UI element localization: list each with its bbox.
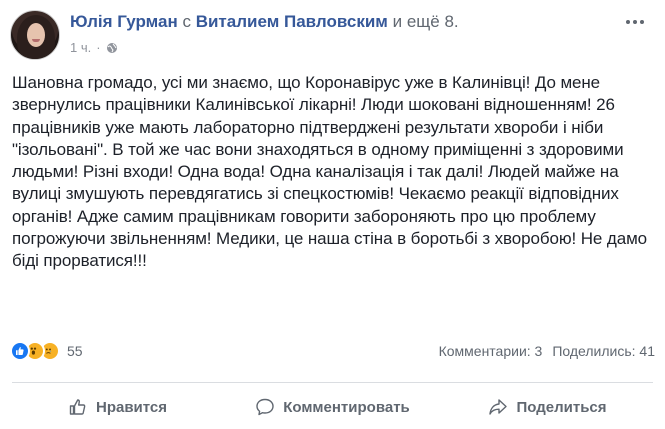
comment-button[interactable]: Комментировать xyxy=(225,392,440,422)
shares-count-link[interactable]: Поделились: 41 xyxy=(552,343,655,359)
comment-bubble-icon xyxy=(256,398,274,416)
globe-icon[interactable] xyxy=(106,42,118,54)
more-dot xyxy=(640,20,644,24)
reaction-count: 55 xyxy=(67,343,83,359)
post-header: Юлія Гурман с Виталием Павловским и ещё … xyxy=(10,10,655,66)
share-button[interactable]: Поделиться xyxy=(440,392,655,422)
comment-button-label: Комментировать xyxy=(283,398,410,416)
reactions-summary[interactable]: 55 xyxy=(10,341,83,361)
post-actions-bar: Нравится Комментировать Поделиться xyxy=(10,392,655,422)
more-options-icon[interactable] xyxy=(623,14,647,30)
meta-separator: · xyxy=(96,40,101,55)
author-avatar[interactable] xyxy=(10,10,60,60)
more-dot xyxy=(633,20,637,24)
author-name-link[interactable]: Юлія Гурман xyxy=(70,12,178,31)
actions-divider xyxy=(12,382,653,383)
post-timestamp[interactable]: 1 ч. xyxy=(70,40,91,55)
comments-count-link[interactable]: Комментарии: 3 xyxy=(439,343,543,359)
post-meta: 1 ч. · xyxy=(70,40,118,55)
like-button-label: Нравится xyxy=(95,398,168,416)
and-more-link[interactable]: и ещё 8. xyxy=(393,12,459,31)
post-body-text: Шановна громадо, усі ми знаємо, що Корон… xyxy=(12,73,648,271)
avatar-face xyxy=(27,23,45,47)
post-stats: 55 Комментарии: 3 Поделились: 41 xyxy=(10,340,655,364)
more-dot xyxy=(626,20,630,24)
stats-right: Комментарии: 3 Поделились: 41 xyxy=(439,343,655,359)
with-connector: с xyxy=(182,12,191,31)
share-button-label: Поделиться xyxy=(516,398,607,416)
post-title-line: Юлія Гурман с Виталием Павловским и ещё … xyxy=(70,12,459,32)
share-arrow-icon xyxy=(489,399,508,415)
thumbs-up-icon xyxy=(69,399,86,415)
like-button[interactable]: Нравится xyxy=(10,392,225,422)
like-icon xyxy=(10,341,30,361)
tagged-person-link[interactable]: Виталием Павловским xyxy=(196,12,388,31)
